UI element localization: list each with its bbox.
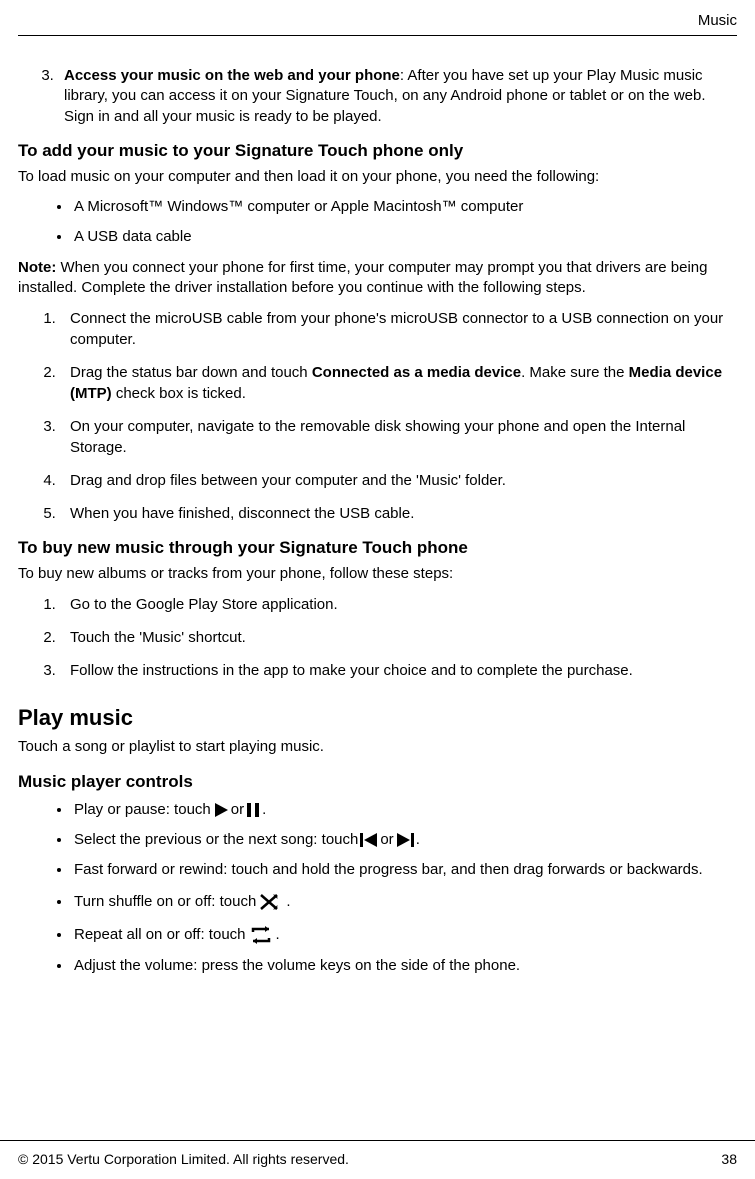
c4-text-a: Turn shuffle on or off: touch	[74, 892, 256, 912]
footer-page-number: 38	[721, 1151, 737, 1167]
footer-copyright: © 2015 Vertu Corporation Limited. All ri…	[18, 1151, 349, 1167]
list-item: On your computer, navigate to the remova…	[60, 416, 737, 458]
note-label: Note:	[18, 259, 56, 276]
shuffle-icon	[258, 890, 284, 914]
step2-text-a: Drag the status bar down and touch	[70, 364, 312, 381]
header-section-label: Music	[698, 12, 737, 29]
step3-bold: Access your music on the web and your ph…	[64, 67, 400, 84]
previous-track-icon	[360, 832, 378, 848]
step2-bold-b: Connected as a media device	[312, 364, 521, 381]
c1-end: .	[262, 800, 266, 820]
c1-text-a: Play or pause: touch	[74, 800, 211, 820]
c5-text-a: Repeat all on or off: touch	[74, 925, 246, 945]
c2-text-a: Select the previous or the next song: to…	[74, 830, 358, 850]
play-icon	[213, 802, 229, 818]
pause-icon	[246, 802, 260, 818]
next-track-icon	[396, 832, 414, 848]
list-item: Select the previous or the next song: to…	[72, 830, 737, 850]
c5-end: .	[276, 925, 280, 945]
note-paragraph: Note: When you connect your phone for fi…	[18, 258, 737, 299]
c4-end: .	[286, 892, 290, 912]
list-item: Connect the microUSB cable from your pho…	[60, 308, 737, 350]
list-item: A Microsoft™ Windows™ computer or Apple …	[72, 197, 737, 217]
repeat-icon	[248, 924, 274, 946]
list-item: When you have finished, disconnect the U…	[60, 503, 737, 524]
list-item: Adjust the volume: press the volume keys…	[72, 956, 737, 976]
step2-text-c: . Make sure the	[521, 364, 629, 381]
list-item: Follow the instructions in the app to ma…	[60, 660, 737, 681]
buy-music-heading: To buy new music through your Signature …	[18, 538, 737, 558]
controls-list: Play or pause: touch or . Select the pre…	[18, 800, 737, 977]
list-item: Repeat all on or off: touch .	[72, 924, 737, 946]
add-steps-list: Connect the microUSB cable from your pho…	[18, 308, 737, 524]
continued-ordered-list: Access your music on the web and your ph…	[18, 66, 737, 127]
c2-end: .	[416, 830, 420, 850]
page-footer: © 2015 Vertu Corporation Limited. All ri…	[0, 1140, 755, 1179]
list-item: Play or pause: touch or .	[72, 800, 737, 820]
add-intro: To load music on your computer and then …	[18, 167, 737, 187]
add-music-heading: To add your music to your Signature Touc…	[18, 141, 737, 161]
controls-heading: Music player controls	[18, 772, 737, 792]
list-item: Drag the status bar down and touch Conne…	[60, 362, 737, 404]
c2-or: or	[380, 830, 393, 850]
play-intro: Touch a song or playlist to start playin…	[18, 737, 737, 757]
list-item: A USB data cable	[72, 227, 737, 247]
list-item: Fast forward or rewind: touch and hold t…	[72, 860, 737, 880]
list-item: Turn shuffle on or off: touch .	[72, 890, 737, 914]
requirements-list: A Microsoft™ Windows™ computer or Apple …	[18, 197, 737, 248]
step2-text-e: check box is ticked.	[112, 385, 246, 402]
list-item: Drag and drop files between your compute…	[60, 470, 737, 491]
list-item: Access your music on the web and your ph…	[58, 66, 737, 127]
page-header: Music	[18, 12, 737, 35]
note-body: When you connect your phone for first ti…	[18, 259, 707, 296]
buy-steps-list: Go to the Google Play Store application.…	[18, 594, 737, 681]
header-divider	[18, 35, 737, 36]
buy-intro: To buy new albums or tracks from your ph…	[18, 564, 737, 584]
play-music-heading: Play music	[18, 705, 737, 731]
c1-or: or	[231, 800, 244, 820]
list-item: Touch the 'Music' shortcut.	[60, 627, 737, 648]
list-item: Go to the Google Play Store application.	[60, 594, 737, 615]
